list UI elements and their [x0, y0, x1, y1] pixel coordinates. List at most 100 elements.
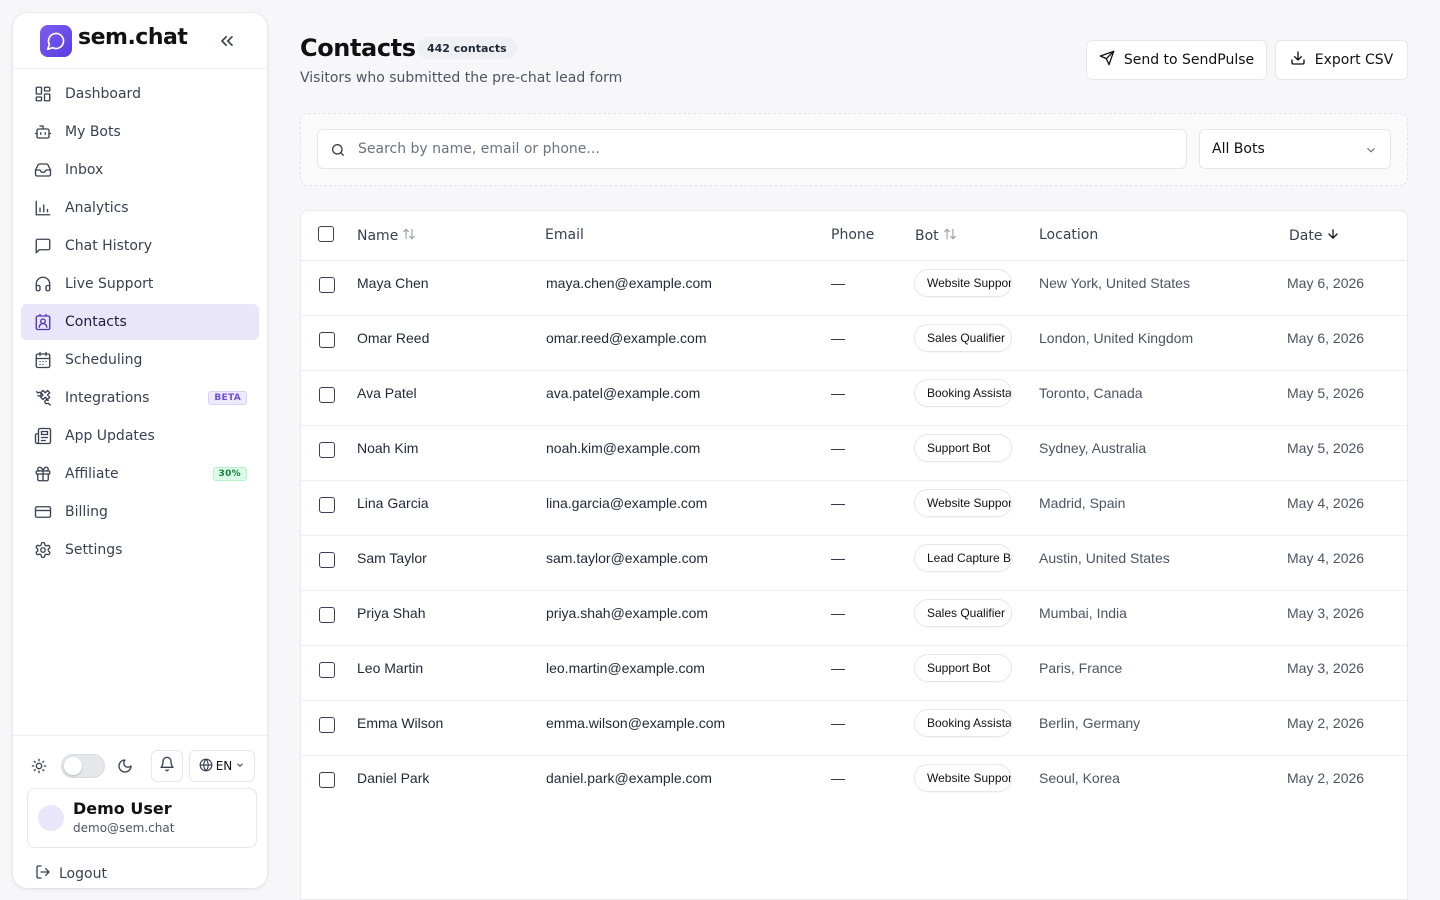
- bar-chart-icon: [33, 198, 53, 218]
- sidebar-item-analytics[interactable]: Analytics: [21, 190, 259, 226]
- sidebar-item-contacts[interactable]: Contacts: [21, 304, 259, 340]
- notifications-button[interactable]: [151, 750, 183, 782]
- table-row[interactable]: Priya Shah priya.shah@example.com — Sale…: [301, 591, 1407, 646]
- contact-phone: —: [831, 660, 845, 676]
- bot-chip: Support Bot: [914, 434, 1012, 462]
- chat-logo-icon[interactable]: [40, 25, 72, 57]
- row-checkbox[interactable]: [319, 607, 335, 623]
- contact-date: May 4, 2026: [1287, 495, 1365, 511]
- contact-name: Omar Reed: [357, 330, 430, 346]
- table-row[interactable]: Daniel Park daniel.park@example.com — We…: [301, 756, 1407, 811]
- contact-date: May 6, 2026: [1287, 330, 1365, 346]
- table-row[interactable]: Maya Chen maya.chen@example.com — Websit…: [301, 261, 1407, 316]
- contact-location: Sydney, Australia: [1039, 440, 1147, 456]
- contact-date: May 4, 2026: [1287, 550, 1365, 566]
- sidebar-controls: EN: [27, 750, 257, 782]
- dashboard-icon: [33, 84, 53, 104]
- puzzle-icon: [33, 388, 53, 408]
- contact-card-icon: [33, 312, 53, 332]
- search-input[interactable]: [358, 130, 1178, 168]
- table-row[interactable]: Omar Reed omar.reed@example.com — Sales …: [301, 316, 1407, 371]
- sidebar-item-billing[interactable]: Billing: [21, 494, 259, 530]
- contact-email: maya.chen@example.com: [546, 275, 712, 291]
- column-header-name[interactable]: Name: [357, 227, 416, 245]
- contact-name: Sam Taylor: [357, 550, 427, 566]
- row-checkbox[interactable]: [319, 552, 335, 568]
- send-icon: [1099, 50, 1115, 70]
- send-to-sendpulse-button[interactable]: Send to SendPulse: [1086, 40, 1267, 80]
- contact-location: Austin, United States: [1039, 550, 1170, 566]
- sidebar-item-label: Affiliate: [65, 466, 119, 482]
- table-row[interactable]: Lina Garcia lina.garcia@example.com — We…: [301, 481, 1407, 536]
- logout-button[interactable]: Logout: [35, 864, 107, 884]
- row-checkbox[interactable]: [319, 772, 335, 788]
- download-icon: [1290, 50, 1306, 70]
- sidebar-item-label: Integrations: [65, 390, 150, 406]
- contact-name: Leo Martin: [357, 660, 424, 676]
- row-checkbox[interactable]: [319, 277, 335, 293]
- sidebar-item-affiliate[interactable]: Affiliate 30%: [21, 456, 259, 492]
- bot-icon: [33, 122, 53, 142]
- collapse-sidebar-icon[interactable]: [215, 29, 239, 53]
- table-row[interactable]: Sam Taylor sam.taylor@example.com — Lead…: [301, 536, 1407, 591]
- sidebar-item-inbox[interactable]: Inbox: [21, 152, 259, 188]
- logout-label: Logout: [59, 866, 107, 882]
- export-csv-button[interactable]: Export CSV: [1275, 40, 1408, 80]
- sidebar-item-dashboard[interactable]: Dashboard: [21, 76, 259, 112]
- contact-email: daniel.park@example.com: [546, 770, 712, 786]
- contact-phone: —: [831, 385, 845, 401]
- select-all-checkbox[interactable]: [318, 226, 334, 242]
- column-label: Phone: [831, 227, 875, 243]
- sidebar-item-scheduling[interactable]: Scheduling: [21, 342, 259, 378]
- column-header-date[interactable]: Date: [1289, 227, 1340, 245]
- contact-phone: —: [831, 715, 845, 731]
- row-checkbox[interactable]: [319, 717, 335, 733]
- user-profile-card[interactable]: Demo User demo@sem.chat: [27, 788, 257, 848]
- beta-badge: BETA: [208, 391, 247, 405]
- column-label: Email: [545, 227, 584, 243]
- contact-name: Emma Wilson: [357, 715, 444, 731]
- contact-date: May 5, 2026: [1287, 440, 1365, 456]
- row-checkbox[interactable]: [319, 662, 335, 678]
- row-checkbox[interactable]: [319, 442, 335, 458]
- brand-name[interactable]: sem.chat: [78, 25, 188, 50]
- row-checkbox[interactable]: [319, 332, 335, 348]
- row-checkbox[interactable]: [319, 387, 335, 403]
- contact-phone: —: [831, 495, 845, 511]
- sidebar-item-label: Live Support: [65, 276, 154, 292]
- arrow-down-icon: [1326, 227, 1340, 245]
- table-row[interactable]: Ava Patel ava.patel@example.com — Bookin…: [301, 371, 1407, 426]
- sidebar-item-app-updates[interactable]: App Updates: [21, 418, 259, 454]
- contact-email: lina.garcia@example.com: [546, 495, 708, 511]
- table-row[interactable]: Noah Kim noah.kim@example.com — Support …: [301, 426, 1407, 481]
- bot-filter-select[interactable]: All Bots: [1199, 129, 1391, 169]
- contact-name: Daniel Park: [357, 770, 430, 786]
- sidebar-item-chat-history[interactable]: Chat History: [21, 228, 259, 264]
- contact-date: May 6, 2026: [1287, 275, 1365, 291]
- contact-name: Priya Shah: [357, 605, 426, 621]
- calendar-icon: [33, 350, 53, 370]
- column-label: Date: [1289, 228, 1323, 244]
- theme-toggle[interactable]: [61, 754, 105, 778]
- language-select[interactable]: EN: [189, 750, 255, 782]
- table-row[interactable]: Leo Martin leo.martin@example.com — Supp…: [301, 646, 1407, 701]
- contact-location: New York, United States: [1039, 275, 1190, 291]
- bot-chip: Booking Assistant: [914, 379, 1012, 407]
- sidebar-item-my-bots[interactable]: My Bots: [21, 114, 259, 150]
- sidebar-item-label: Scheduling: [65, 352, 143, 368]
- credit-card-icon: [33, 502, 53, 522]
- contact-name: Maya Chen: [357, 275, 429, 291]
- row-checkbox[interactable]: [319, 497, 335, 513]
- sidebar-item-label: Settings: [65, 542, 123, 558]
- contact-location: Paris, France: [1039, 660, 1123, 676]
- sidebar-item-label: App Updates: [65, 428, 155, 444]
- contact-date: May 3, 2026: [1287, 605, 1365, 621]
- sidebar-item-live-support[interactable]: Live Support: [21, 266, 259, 302]
- table-row[interactable]: Emma Wilson emma.wilson@example.com — Bo…: [301, 701, 1407, 756]
- sidebar-item-integrations[interactable]: Integrations BETA: [21, 380, 259, 416]
- sidebar-item-label: Dashboard: [65, 86, 141, 102]
- column-header-bot[interactable]: Bot: [915, 227, 957, 245]
- contact-phone: —: [831, 275, 845, 291]
- table-header: Name Email Phone Bot Location Date: [301, 211, 1407, 261]
- sidebar-item-settings[interactable]: Settings: [21, 532, 259, 568]
